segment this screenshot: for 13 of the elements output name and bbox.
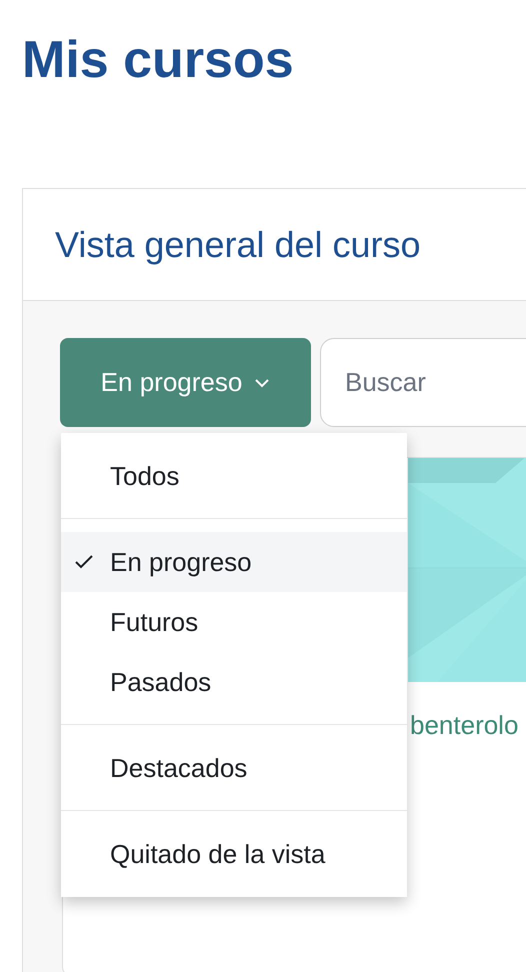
course-name-link[interactable]: benterolo [410,710,518,740]
chevron-down-icon [254,378,270,388]
check-icon [74,554,94,570]
search-field[interactable]: Buscar [320,338,526,427]
menu-item[interactable]: Destacados [61,738,407,798]
menu-item[interactable]: Futuros [61,592,407,652]
menu-item[interactable]: Pasados [61,652,407,712]
panel-title: Vista general del curso [55,222,421,266]
page-title: Mis cursos [22,34,294,86]
menu-item[interactable]: Quitado de la vista [61,824,407,884]
filter-dropdown-button[interactable]: En progreso [60,338,311,427]
menu-item[interactable]: Todos [61,446,407,506]
menu-item[interactable]: En progreso [61,532,407,592]
